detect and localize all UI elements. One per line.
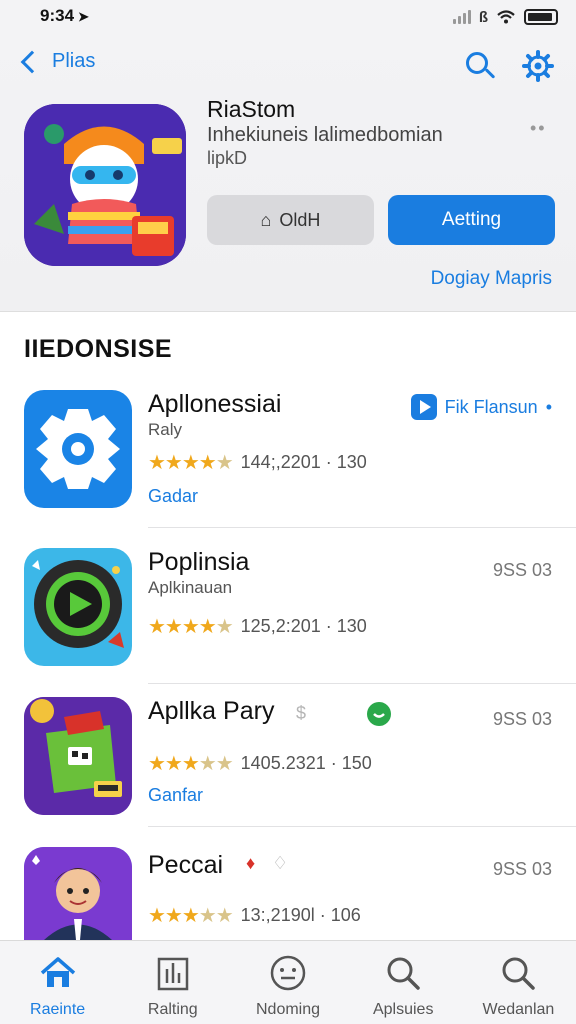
item-rating: ★★★★★ 144;,2201 · 130 [148,452,367,474]
tab-ratings[interactable]: Ralting [115,941,230,1024]
signal-icon [452,10,471,24]
open-button-label: OldH [279,209,321,230]
home-icon [40,957,75,987]
tab-home[interactable]: Raeinte [0,941,115,1024]
item-size: 9SS 03 [492,859,552,879]
game-app-icon[interactable] [24,697,132,815]
back-label: Plias [52,50,96,72]
item-category: Raly [148,420,183,439]
wifi-icon [497,10,515,24]
back-button[interactable]: Plias [18,50,95,73]
section-title: IIEDONSISE [24,335,173,363]
more-icon[interactable]: •• [530,118,547,139]
tab-face[interactable]: Ndoming [230,941,345,1024]
star-rating-icon: ★★★★★ [148,753,234,775]
star-rating-icon: ★★★★★ [148,905,234,927]
app-meta: lipkD [207,148,248,168]
item-name: Poplinsia [148,548,250,576]
search-button[interactable] [462,48,498,84]
app-subtitle: Inhekiuneis lalimedbomian [207,124,443,146]
badge-icon: ♢ [272,853,289,873]
get-button-label: Aetting [441,209,502,230]
item-rating: ★★★★★ 125,2:201 · 130 [148,616,367,638]
item-action-suffix: • [545,396,552,417]
header-link[interactable]: Dogiay Mapris [431,268,552,290]
item-rating: ★★★★★ 13:,2190l · 106 [148,905,361,927]
play-badge-icon [410,394,437,420]
status-carrier: ß [478,8,488,26]
status-bar: 9:34 ➤ ß [0,0,576,36]
open-button[interactable]: ⌂ OldH [207,195,374,245]
item-action-label: Fik Flansun [444,396,538,417]
item-rating: ★★★★★ 1405.2321 · 150 [148,753,372,775]
list-item[interactable]: Apllonessiai Raly ★★★★★ 144;,2201 · 130 … [0,390,576,540]
ratings-icon [157,957,189,991]
app-header: Plias RiaStom Inhekiuneis lalimedbomian … [0,36,576,312]
currency-icon: $ [296,703,307,723]
status-time: 9:34 ➤ [40,6,89,25]
item-name: Peccai [148,851,224,879]
avatar-app-icon[interactable] [24,847,132,940]
app-title: RiaStom [207,96,296,122]
hanger-icon: ⌂ [260,209,272,230]
divider [148,527,576,528]
item-action-button[interactable]: Fik Flansun • [410,394,552,420]
gear-icon [522,50,554,82]
status-icons: ß [452,7,558,27]
pin-icon: ♦ [246,853,256,873]
chevron-left-icon [20,50,44,73]
chat-icon [367,702,391,726]
list-item[interactable]: Poplinsia Aplkinauan ★★★★★ 125,2:201 · 1… [0,548,576,698]
item-name: Apllonessiai [148,390,282,418]
settings-button[interactable] [520,48,556,84]
item-size: 9SS 03 [492,709,552,729]
search-icon [502,957,536,990]
item-link[interactable]: Ganfar [148,785,203,806]
gear-app-icon[interactable] [24,390,132,508]
search-icon [387,957,420,990]
play-app-icon[interactable] [24,548,132,666]
get-button[interactable]: Aetting [388,195,555,245]
location-arrow-icon: ➤ [78,9,89,24]
item-size: 9SS 03 [492,560,552,580]
face-icon [270,955,306,991]
tab-search-2[interactable]: Wedanlan [461,941,576,1024]
featured-app-icon[interactable] [24,104,186,266]
tab-bar: Raeinte Ralting Ndoming Aplsuies Wedanla… [0,940,576,1024]
star-rating-icon: ★★★★★ [148,616,234,638]
star-rating-icon: ★★★★★ [148,452,234,474]
divider [148,683,576,684]
divider [148,826,576,827]
item-category: Aplkinauan [148,578,233,597]
tab-search[interactable]: Aplsuies [346,941,461,1024]
battery-icon [524,9,558,25]
item-link[interactable]: Gadar [148,486,198,507]
item-name: Apllka Pary [148,697,275,725]
list-item[interactable]: Apllka Pary $ ★★★★★ 1405.2321 · 150 Ganf… [0,697,576,847]
